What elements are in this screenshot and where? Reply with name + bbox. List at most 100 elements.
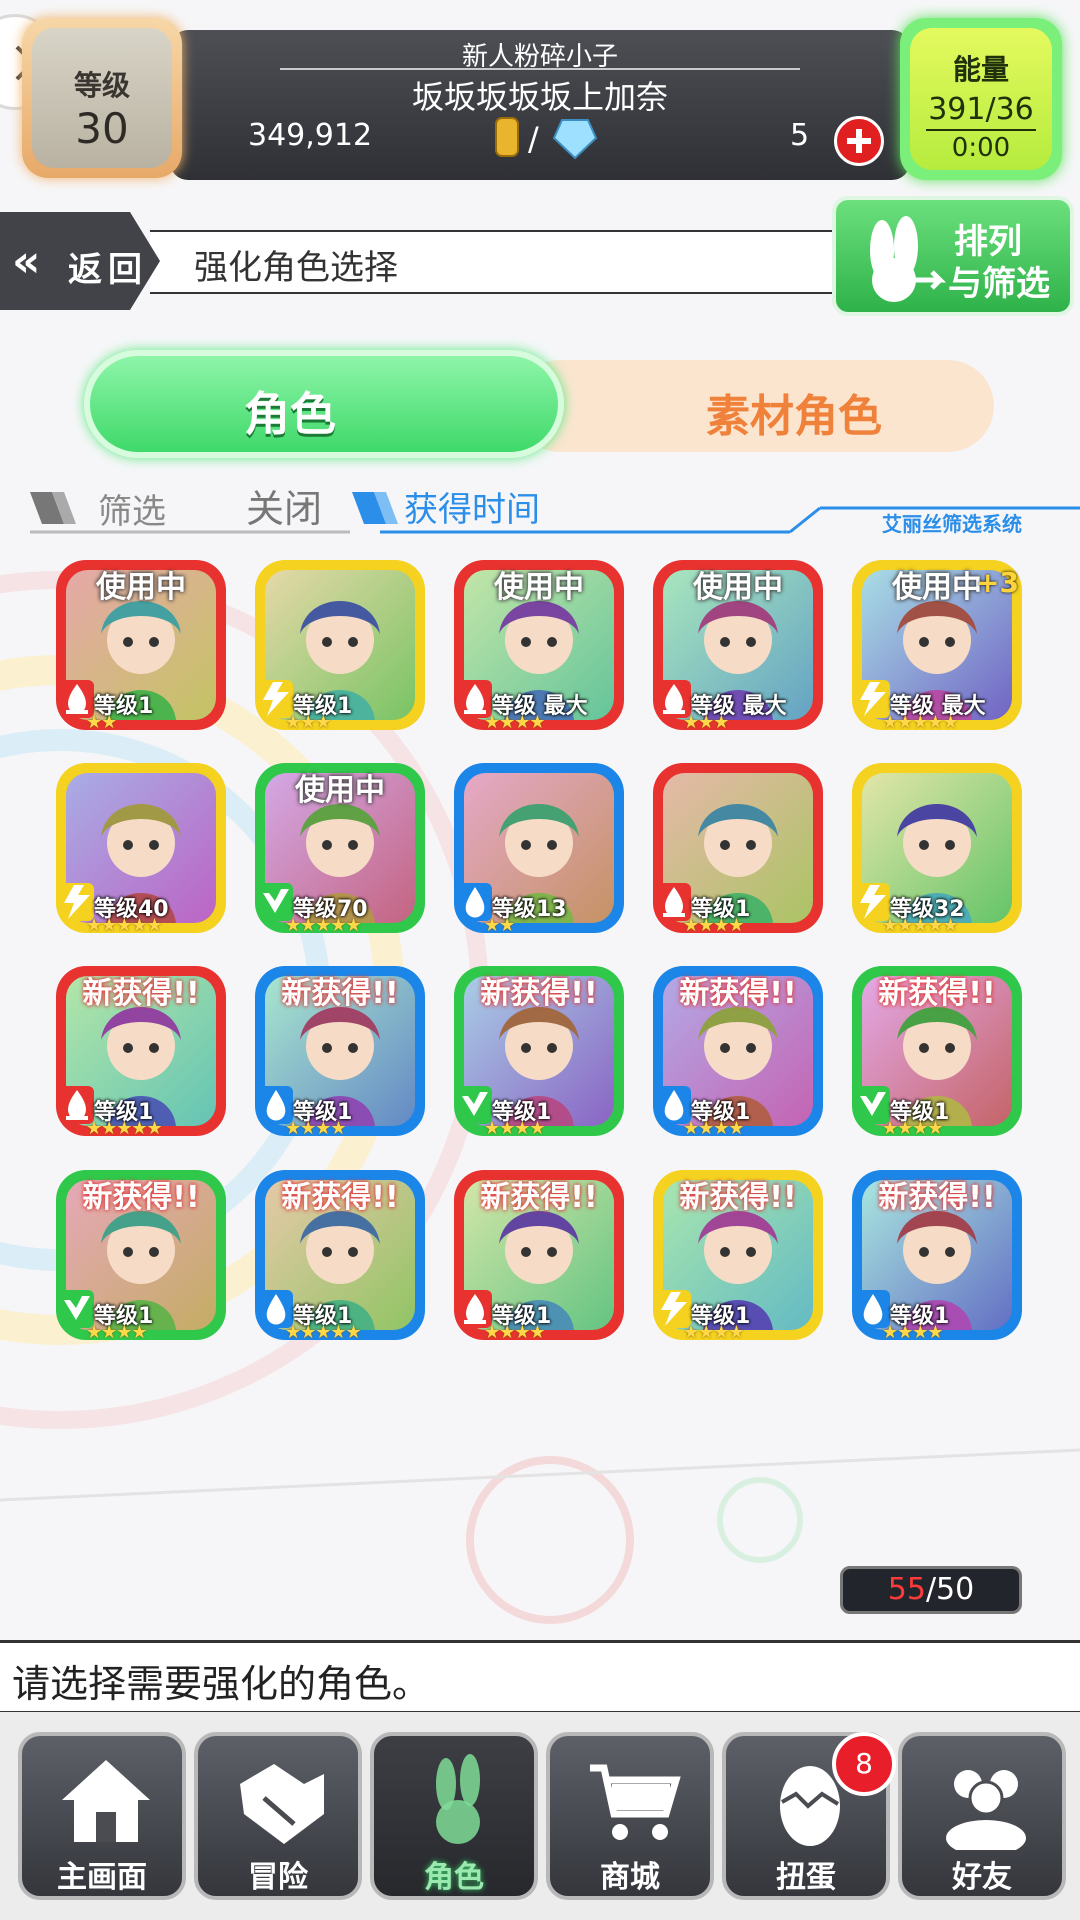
character-status-badge: 使用中: [693, 570, 783, 605]
divider: [280, 68, 800, 70]
energy-timer: 0:00: [951, 133, 1011, 163]
character-status-badge: 新获得!!: [679, 976, 797, 1011]
character-card[interactable]: 新获得!! 等级1 ★★★★★: [56, 966, 226, 1140]
page-title: 强化角色选择: [194, 248, 398, 288]
character-card[interactable]: 新获得!! 等级1 ★★★★: [454, 966, 624, 1140]
character-card[interactable]: 等级40 ★★★★★: [56, 763, 226, 937]
nav-friends[interactable]: 好友: [898, 1732, 1066, 1900]
character-status-badge: 新获得!!: [679, 1180, 797, 1215]
filter-label[interactable]: 筛选: [98, 484, 166, 533]
box-count-current: 55: [887, 1572, 926, 1607]
nav-characters-label: 角色: [424, 1860, 484, 1895]
coin-count: 349,912: [248, 118, 373, 153]
bunny-icon: [436, 1754, 480, 1844]
gold-coin-icon: [495, 117, 519, 157]
character-card[interactable]: 新获得!! 等级1 ★★★★: [653, 966, 823, 1140]
character-status-badge: 新获得!!: [281, 976, 399, 1011]
character-rarity-stars: ★★★★★: [882, 712, 959, 733]
player-name: 坂坂坂坂坂上加奈: [411, 78, 668, 116]
player-panel: 新人粉碎小子 坂坂坂坂坂上加奈 349,912 / 5: [170, 30, 910, 180]
nav-home[interactable]: 主画面: [18, 1732, 186, 1900]
character-card[interactable]: 使用中 等级1 ★★: [56, 560, 226, 734]
character-card[interactable]: 使用中 等级 最大 ★★★: [653, 560, 823, 734]
nav-characters[interactable]: 角色: [370, 1732, 538, 1900]
character-status-badge: 使用中: [96, 570, 186, 605]
gem-icon: [552, 119, 598, 160]
character-rarity-stars: ★★★★: [484, 1118, 546, 1139]
add-gems-button[interactable]: [834, 116, 884, 166]
level-badge: 等级 30: [22, 18, 182, 178]
sort-label-line2: 与筛选: [948, 264, 1050, 304]
character-rarity-stars: ★★★★: [683, 1118, 745, 1139]
sort-order-label[interactable]: 获得时间: [404, 482, 540, 531]
level-value: 30: [75, 104, 129, 153]
back-label: 返回: [68, 250, 148, 290]
character-card[interactable]: 使用中 等级70 ★★★★★: [255, 763, 425, 937]
divider: [926, 129, 1036, 131]
friends-icon: [946, 1770, 1026, 1850]
character-card[interactable]: 新获得!! 等级1 ★★★★: [653, 1170, 823, 1344]
character-card[interactable]: 使用中 +3 等级 最大 ★★★★★: [852, 560, 1022, 734]
character-status-badge: 新获得!!: [878, 976, 996, 1011]
nav-shop-label: 商城: [600, 1860, 660, 1895]
character-card[interactable]: 等级1 ★★★: [255, 560, 425, 734]
character-rarity-stars: ★★★★: [86, 1322, 148, 1343]
character-status-badge: 新获得!!: [281, 1180, 399, 1215]
gem-count: 5: [790, 118, 810, 153]
character-bonus: +3: [976, 566, 1019, 599]
currency-icons: /: [488, 114, 598, 164]
filter-value[interactable]: 关闭: [246, 478, 322, 533]
character-rarity-stars: ★★: [86, 712, 117, 733]
character-card[interactable]: 新获得!! 等级1 ★★★★★: [255, 1170, 425, 1344]
bunny-sort-icon: [870, 216, 947, 302]
character-card[interactable]: 使用中 等级 最大 ★★★★: [454, 560, 624, 734]
character-status-badge: 新获得!!: [82, 1180, 200, 1215]
instruction-text: 请选择需要强化的角色。: [12, 1662, 431, 1706]
energy-badge[interactable]: 能量 391/36 0:00: [900, 18, 1062, 180]
box-count: 55/50: [840, 1566, 1022, 1614]
character-status-badge: 新获得!!: [480, 976, 598, 1011]
character-rarity-stars: ★★★★★: [882, 915, 959, 936]
character-rarity-stars: ★★★★★: [86, 1118, 163, 1139]
character-rarity-stars: ★★: [484, 915, 515, 936]
character-card[interactable]: 新获得!! 等级1 ★★★★: [852, 966, 1022, 1140]
character-status-badge: 新获得!!: [480, 1180, 598, 1215]
character-rarity-stars: ★★★★★: [285, 915, 362, 936]
character-rarity-stars: ★★★★: [285, 1118, 347, 1139]
home-icon: [62, 1760, 150, 1842]
filter-row: 筛选 关闭 获得时间 艾丽丝筛选系统: [30, 484, 1080, 538]
character-rarity-stars: ★★★★: [683, 915, 745, 936]
tab-material-label: 素材角色: [706, 391, 882, 442]
back-button[interactable]: « 返回: [0, 212, 160, 310]
sort-filter-button[interactable]: 排列 与筛选: [832, 196, 1074, 316]
character-rarity-stars: ★★★★★: [285, 1322, 362, 1343]
nav-friends-label: 好友: [952, 1860, 1012, 1895]
character-rarity-stars: ★★★★: [484, 1322, 546, 1343]
box-count-max: 50: [936, 1572, 975, 1607]
nav-gacha-label: 扭蛋: [776, 1860, 836, 1895]
character-rarity-stars: ★★★★: [484, 712, 546, 733]
character-card[interactable]: 新获得!! 等级1 ★★★★: [56, 1170, 226, 1344]
character-rarity-stars: ★★★: [683, 712, 729, 733]
character-card[interactable]: 等级32 ★★★★★: [852, 763, 1022, 937]
gacha-notification-badge: 8: [832, 1732, 896, 1796]
double-chevron-left-icon: «: [12, 236, 41, 287]
level-label: 等级: [73, 69, 130, 102]
tab-material[interactable]: 素材角色: [514, 360, 994, 452]
instruction-message: 请选择需要强化的角色。: [0, 1640, 1080, 1714]
character-card[interactable]: 等级13 ★★: [454, 763, 624, 937]
nav-adventure-label: 冒险: [248, 1860, 308, 1895]
nav-adventure[interactable]: 冒险: [194, 1732, 362, 1900]
handshake-icon: [240, 1764, 324, 1844]
filter-system-label: 艾丽丝筛选系统: [882, 512, 1022, 536]
character-card[interactable]: 等级1 ★★★★: [653, 763, 823, 937]
energy-label: 能量: [952, 53, 1009, 86]
character-status-badge: 使用中: [295, 773, 385, 808]
character-card[interactable]: 新获得!! 等级1 ★★★★: [852, 1170, 1022, 1344]
character-rarity-stars: ★★★★: [882, 1118, 944, 1139]
nav-shop[interactable]: 商城: [546, 1732, 714, 1900]
tab-characters[interactable]: 角色: [84, 350, 564, 458]
energy-value: 391/36: [928, 92, 1034, 127]
character-card[interactable]: 新获得!! 等级1 ★★★★: [255, 966, 425, 1140]
character-card[interactable]: 新获得!! 等级1 ★★★★: [454, 1170, 624, 1344]
